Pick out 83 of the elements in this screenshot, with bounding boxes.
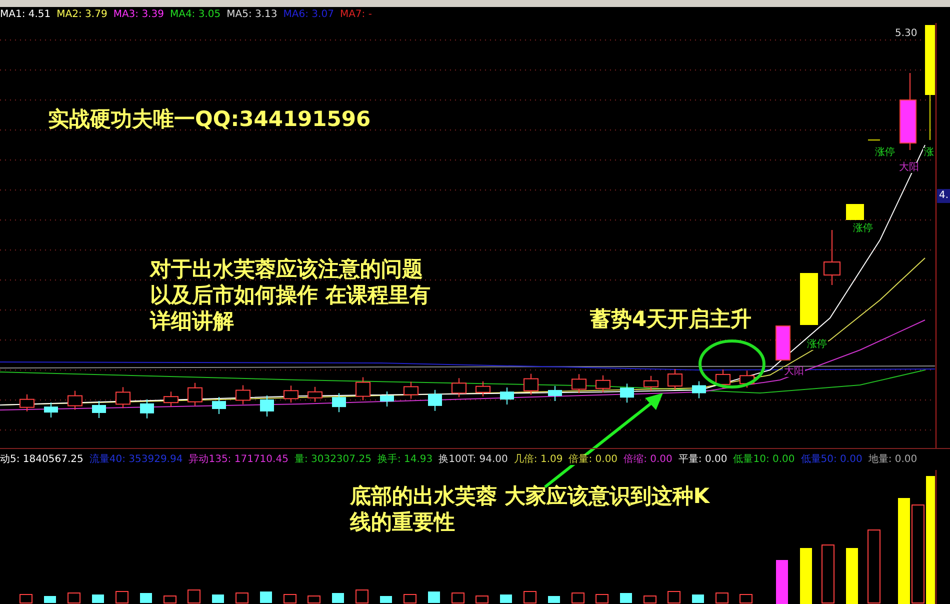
candlestick — [548, 385, 562, 402]
candlestick — [260, 394, 274, 417]
candlestick — [846, 204, 864, 220]
candlestick — [68, 390, 82, 410]
chart-marker-label: 涨停 — [852, 224, 874, 234]
candlestick — [380, 391, 394, 407]
volume-bar — [500, 594, 512, 603]
indicator-label: 倍缩: 0.00 — [624, 454, 672, 464]
candlestick — [524, 373, 538, 396]
candlestick — [776, 326, 790, 360]
candlestick — [824, 230, 840, 286]
candlestick — [308, 386, 322, 402]
candlestick — [188, 382, 202, 406]
candlestick — [644, 375, 658, 392]
chart-marker-label: 大阳 — [783, 367, 805, 377]
candlestick — [572, 374, 586, 394]
volume-bar — [620, 593, 632, 603]
volume-bar — [44, 596, 56, 603]
indicator-label: 地量: 0.00 — [868, 454, 918, 464]
indicator-label: 量: 3032307.25 — [294, 454, 372, 464]
indicator-label: 倍量: 0.00 — [568, 454, 618, 464]
volume-bar — [260, 592, 272, 603]
volume-bar — [692, 594, 704, 603]
candlestick — [692, 380, 706, 399]
moving-average-label: MA3: 3.39 — [113, 10, 164, 20]
volume-bar — [846, 548, 858, 604]
volume-bar — [332, 593, 344, 603]
volume-bar — [212, 594, 224, 603]
indicator-label: 流量40: 353929.94 — [89, 454, 183, 464]
moving-average-label: MA2: 3.79 — [56, 10, 108, 20]
candlestick — [716, 368, 730, 389]
indicator-label: 低量10: 0.00 — [733, 454, 795, 464]
volume-bar — [800, 548, 812, 604]
candlestick — [332, 392, 346, 413]
candlestick — [428, 389, 442, 412]
moving-average-label: MA1: 4.51 — [0, 10, 51, 20]
annotation-text: 对于出水芙蓉应该注意的问题 以及后市如何操作 在课程里有 详细讲解 — [150, 256, 430, 334]
candlestick — [476, 380, 490, 397]
candlestick — [668, 368, 682, 391]
candlestick — [140, 398, 154, 419]
candlestick — [452, 378, 466, 398]
candlestick — [596, 374, 610, 393]
moving-average-label: MA5: 3.13 — [226, 10, 278, 20]
indicator-label: 动5: 1840567.25 — [0, 454, 84, 464]
volume-bar — [380, 596, 392, 603]
candlestick — [20, 394, 34, 412]
annotation-text: 蓄势4天开启主升 — [590, 306, 752, 332]
candlestick — [356, 376, 370, 401]
indicator-label: 平量: 0.00 — [678, 454, 728, 464]
candlestick — [116, 386, 130, 409]
indicator-label: 换100T: 94.00 — [438, 454, 508, 464]
chart-marker-label: 涨 — [923, 148, 935, 158]
indicator-label: 几倍: 1.09 — [514, 454, 563, 464]
candlestick — [740, 370, 754, 388]
volume-bar — [92, 594, 104, 603]
candlestick — [92, 400, 106, 418]
candlestick — [500, 387, 514, 406]
price-axis-label: 5.30 — [895, 29, 918, 39]
candlestick — [800, 273, 818, 325]
moving-average-label: MA4: 3.05 — [170, 10, 221, 20]
candlestick — [284, 385, 298, 404]
annotation-text: 实战硬功夫唯一QQ:344191596 — [48, 106, 371, 132]
volume-bar — [776, 560, 788, 604]
indicator-label: 异动135: 171710.45 — [188, 454, 288, 464]
volume-bar — [548, 596, 560, 603]
chart-marker-label: 涨停 — [874, 148, 896, 158]
volume-bar — [428, 592, 440, 603]
current-price-badge: 4. — [937, 189, 950, 203]
highlight-circle — [697, 338, 767, 390]
candlestick — [620, 383, 634, 404]
indicator-label: 低量50: 0.00 — [800, 454, 862, 464]
volume-bar — [140, 593, 152, 603]
candlestick — [212, 396, 226, 415]
candlestick — [44, 402, 58, 418]
chart-marker-label: 大阳 — [898, 163, 920, 173]
candlestick — [404, 381, 418, 400]
moving-average-label: MA6: 3.07 — [283, 10, 334, 20]
annotation-text: 底部的出水芙蓉 大家应该意识到这种K 线的重要性 — [350, 483, 710, 535]
indicator-label: 换手: 14.93 — [377, 454, 433, 464]
chart-marker-label: 涨停 — [806, 340, 828, 350]
candlestick — [164, 391, 178, 408]
moving-average-label: MA7: - — [340, 10, 372, 20]
candlestick — [236, 384, 250, 405]
